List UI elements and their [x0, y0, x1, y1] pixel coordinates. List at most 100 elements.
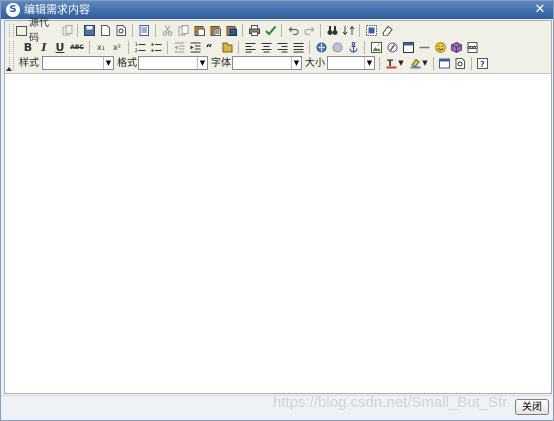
blockquote-button[interactable]: “ [204, 40, 218, 55]
align-right-icon [277, 43, 287, 53]
underline-button[interactable]: U [53, 40, 67, 55]
spellcheck-icon [264, 25, 276, 36]
templates-icon [139, 25, 149, 36]
flash-icon [387, 42, 397, 53]
page-break-button[interactable] [465, 40, 479, 55]
toolbar-separator [238, 41, 239, 54]
background-color-button[interactable]: ▼ [408, 56, 430, 71]
link-button[interactable] [314, 40, 328, 55]
toolbar-separator [242, 24, 243, 37]
watermark-text: https://blog.csdn.net/Small_But_Str [273, 394, 508, 411]
paste-word-icon [226, 26, 237, 36]
format-select[interactable]: ▼ [138, 56, 208, 70]
special-char-button[interactable] [449, 40, 463, 55]
toolbar-separator [155, 24, 156, 37]
copy-disabled-button[interactable] [60, 23, 74, 38]
outdent-icon [174, 42, 184, 53]
preview-button[interactable] [114, 23, 128, 38]
show-blocks-button[interactable] [453, 56, 467, 71]
smiley-button[interactable] [433, 40, 447, 55]
chevron-down-icon: ▼ [422, 59, 428, 67]
svg-text:2: 2 [135, 48, 138, 53]
find-button[interactable] [325, 23, 339, 38]
remove-format-button[interactable] [380, 23, 394, 38]
editor-content-area[interactable] [5, 74, 551, 393]
outdent-button[interactable] [172, 40, 186, 55]
spellcheck-button[interactable] [263, 23, 277, 38]
image-icon [370, 42, 382, 53]
text-color-button[interactable]: T ▼ [384, 56, 406, 71]
special-char-icon [450, 42, 462, 53]
image-button[interactable] [369, 40, 383, 55]
collapse-toolbar-icon[interactable] [6, 67, 12, 71]
chevron-down-icon: ▼ [291, 57, 301, 69]
toolbar-separator [167, 41, 168, 54]
justify-icon [293, 43, 303, 53]
print-button[interactable] [247, 23, 261, 38]
templates-button[interactable] [137, 23, 151, 38]
cut-button[interactable] [160, 23, 174, 38]
source-button[interactable]: 源代码 [16, 18, 56, 44]
align-right-button[interactable] [275, 40, 289, 55]
paste-text-button[interactable] [208, 23, 222, 38]
font-select[interactable]: ▼ [232, 56, 302, 70]
table-button[interactable] [401, 40, 415, 55]
subscript-button[interactable]: x₁ [94, 40, 108, 55]
close-icon[interactable]: ✕ [533, 2, 547, 18]
style-label: 样式 [19, 58, 39, 69]
horizontal-rule-button[interactable] [417, 40, 431, 55]
bold-button[interactable]: B [21, 40, 35, 55]
toolbar-separator [309, 41, 310, 54]
flash-button[interactable] [385, 40, 399, 55]
about-button[interactable]: ? [475, 56, 489, 71]
toolbar-grip[interactable] [9, 24, 14, 37]
cut-icon [162, 25, 172, 36]
font-label: 字体 [211, 58, 231, 69]
toolbar-separator [379, 57, 380, 70]
italic-button[interactable]: I [37, 40, 51, 55]
copy-button[interactable] [176, 23, 190, 38]
toolbar-separator [433, 57, 434, 70]
align-left-icon [245, 43, 255, 53]
text-color-icon: T [386, 59, 397, 69]
indent-icon [190, 42, 200, 53]
paste-text-icon [210, 26, 221, 36]
redo-button[interactable] [302, 23, 316, 38]
replace-button[interactable] [341, 23, 355, 38]
close-button[interactable]: 关闭 [515, 399, 549, 415]
maximize-button[interactable] [437, 56, 451, 71]
align-center-button[interactable] [259, 40, 273, 55]
unlink-icon [332, 42, 342, 53]
dialog-titlebar[interactable]: S 编辑需求内容 ✕ [1, 1, 553, 19]
superscript-button[interactable]: x² [110, 40, 124, 55]
undo-icon [288, 26, 299, 36]
paste-button[interactable] [192, 23, 206, 38]
unlink-button[interactable] [330, 40, 344, 55]
justify-button[interactable] [291, 40, 305, 55]
select-all-icon [365, 25, 377, 36]
chevron-down-icon: ▼ [197, 57, 207, 69]
quote-icon: “ [206, 42, 212, 53]
print-icon [248, 25, 260, 36]
bullet-list-button[interactable] [149, 40, 163, 55]
binoculars-icon [327, 26, 337, 35]
toolbar-row-2: B I U ABC x₁ x² 12 “ [5, 39, 551, 56]
undo-button[interactable] [286, 23, 300, 38]
style-select[interactable]: ▼ [42, 56, 114, 70]
toolbar-separator [77, 24, 78, 37]
align-left-button[interactable] [243, 40, 257, 55]
indent-button[interactable] [188, 40, 202, 55]
replace-icon [342, 25, 354, 36]
create-div-button[interactable] [220, 40, 234, 55]
numbered-list-button[interactable]: 12 [133, 40, 147, 55]
strikethrough-button[interactable]: ABC [69, 40, 85, 55]
select-all-button[interactable] [364, 23, 378, 38]
save-button[interactable] [82, 23, 96, 38]
size-select[interactable]: ▼ [327, 56, 375, 70]
paste-word-button[interactable] [224, 23, 238, 38]
new-page-button[interactable] [98, 23, 112, 38]
page-break-icon [466, 42, 478, 53]
source-icon [16, 25, 27, 36]
anchor-button[interactable] [346, 40, 360, 55]
toolbar-grip[interactable] [9, 41, 14, 54]
